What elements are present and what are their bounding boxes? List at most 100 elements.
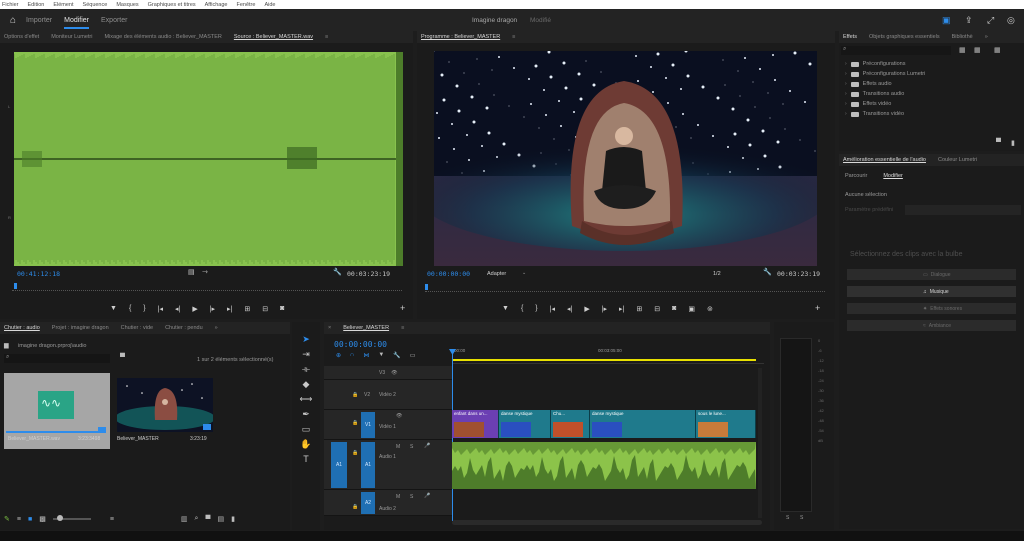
tab-sequence[interactable]: Believer_MASTER bbox=[343, 325, 389, 331]
video-clip[interactable]: sous le lune... bbox=[696, 410, 756, 438]
dialogue-button[interactable]: ▭ Dialogue bbox=[847, 269, 1016, 280]
tab-source[interactable]: Source : Believer_MASTER.wav bbox=[234, 34, 313, 40]
tab-modify[interactable]: Modifier bbox=[883, 173, 903, 179]
type-icon[interactable]: T bbox=[298, 454, 314, 464]
program-scrubber[interactable] bbox=[425, 284, 825, 292]
track-scroll[interactable] bbox=[758, 368, 762, 518]
automate-icon[interactable]: ▥ bbox=[181, 515, 188, 523]
insert-clip-icon[interactable]: ⊞ bbox=[244, 305, 250, 313]
extract-icon[interactable]: ⊟ bbox=[654, 305, 660, 313]
insert-icon[interactable]: ⇾ bbox=[202, 268, 208, 276]
bin-icon[interactable]: ▀ bbox=[205, 516, 210, 523]
effects-folder[interactable]: › Préconfigurations bbox=[839, 59, 1024, 69]
v1-lock-icon[interactable]: 🔒 bbox=[352, 420, 358, 426]
close-sequence-icon[interactable]: × bbox=[328, 325, 331, 331]
source-waveform[interactable] bbox=[14, 52, 396, 266]
menu-view[interactable]: Affichage bbox=[205, 2, 228, 8]
a1-lock-icon[interactable]: 🔒 bbox=[352, 450, 358, 456]
prog-mark-in-icon[interactable]: { bbox=[521, 305, 523, 313]
tab-libraries[interactable]: Bibliothè bbox=[952, 34, 973, 40]
lift-icon[interactable]: ⊞ bbox=[636, 305, 642, 313]
eye-icon[interactable]: 👁 bbox=[391, 370, 397, 376]
tab-browse[interactable]: Parcourir bbox=[845, 173, 867, 179]
solo-left-button[interactable]: S bbox=[786, 515, 789, 521]
menu-graphics[interactable]: Graphiques et titres bbox=[148, 2, 196, 8]
share-icon[interactable]: ⇪ bbox=[965, 15, 973, 26]
mark-out-icon[interactable]: } bbox=[143, 305, 145, 313]
mark-in-icon[interactable]: { bbox=[129, 305, 131, 313]
marker-icon[interactable]: ▼ bbox=[110, 305, 117, 313]
menu-markers[interactable]: Masques bbox=[116, 2, 138, 8]
trash-icon[interactable]: ▮ bbox=[231, 515, 235, 523]
go-to-out-icon[interactable]: ▸| bbox=[227, 305, 232, 313]
freeform-view-icon[interactable]: ▩ bbox=[39, 515, 46, 523]
a1-target[interactable]: A1 bbox=[361, 442, 375, 488]
go-to-in-icon[interactable]: |◂ bbox=[158, 305, 163, 313]
menu-window[interactable]: Fenêtre bbox=[236, 2, 255, 8]
sfx-button[interactable]: ✷ Effets sonores bbox=[847, 303, 1016, 314]
audio-only-icon[interactable]: ▤ bbox=[188, 268, 195, 276]
effects-folder[interactable]: › Transitions audio bbox=[839, 89, 1024, 99]
tab-bin-audio[interactable]: Chutier : audio bbox=[4, 325, 40, 331]
source-timecode-in[interactable]: 00:41:12:18 bbox=[17, 270, 60, 278]
sort-icon[interactable]: ≡ bbox=[110, 516, 114, 523]
project-expand-icon[interactable]: » bbox=[215, 325, 218, 331]
effects-folder[interactable]: › Préconfigurations Lumetri bbox=[839, 69, 1024, 79]
camera-icon[interactable]: ◙ bbox=[280, 305, 284, 313]
sequence-menu-icon[interactable]: ≡ bbox=[401, 325, 404, 331]
timeline-ruler[interactable]: 00:00 00:03:05:00 bbox=[452, 346, 764, 364]
prog-go-out-icon[interactable]: ▸| bbox=[619, 305, 624, 313]
v1-target[interactable]: V1 bbox=[361, 412, 375, 438]
tab-essential-audio[interactable]: Amélioration essentielle de l'audio bbox=[843, 157, 926, 163]
program-timecode-in[interactable]: 00:00:00:00 bbox=[427, 270, 470, 278]
timeline-scrollbar[interactable] bbox=[452, 520, 762, 525]
menu-sequence[interactable]: Séquence bbox=[83, 2, 108, 8]
v1-eye-icon[interactable]: 👁 bbox=[396, 413, 402, 419]
tab-program[interactable]: Programme : Believer_MASTER bbox=[421, 34, 500, 40]
panel-menu-icon[interactable]: ≡ bbox=[325, 34, 328, 40]
accelerated-icon[interactable]: ▦ bbox=[959, 46, 966, 54]
track-select-icon[interactable]: ⇥ bbox=[298, 349, 314, 360]
rectangle-icon[interactable]: ▭ bbox=[298, 424, 314, 435]
tab-lumetri-color[interactable]: Couleur Lumetri bbox=[938, 157, 977, 163]
video-clip[interactable]: enfant dans un... bbox=[452, 410, 499, 438]
tab-bin-empty[interactable]: Chutier : vide bbox=[121, 325, 153, 331]
solo-right-button[interactable]: S bbox=[800, 515, 803, 521]
settings-wrench-icon[interactable]: 🔧 bbox=[393, 352, 400, 359]
tab-audio-mixer[interactable]: Mixage des éléments audio : Believer_MAS… bbox=[104, 34, 221, 40]
slip-icon[interactable]: ⟷ bbox=[298, 394, 314, 405]
add-marker-icon[interactable]: ▼ bbox=[378, 352, 384, 359]
timeline-timecode[interactable]: 00:00:00:00 bbox=[334, 340, 387, 349]
workspace-export[interactable]: Exporter bbox=[101, 17, 127, 24]
source-scrubber[interactable] bbox=[12, 283, 402, 291]
notifications-icon[interactable]: ◎ bbox=[1007, 15, 1015, 26]
fit-chevron-icon[interactable]: ⌄ bbox=[522, 270, 526, 276]
a1-solo[interactable]: S bbox=[410, 444, 413, 450]
project-search-input[interactable]: ⌕ bbox=[4, 354, 110, 363]
menu-clip[interactable]: Elément bbox=[53, 2, 73, 8]
home-icon[interactable]: ⌂ bbox=[10, 15, 16, 26]
workspace-edit[interactable]: Modifier bbox=[64, 17, 89, 29]
a2-mute[interactable]: M bbox=[396, 494, 400, 500]
a1-mute[interactable]: M bbox=[396, 444, 400, 450]
step-back-icon[interactable]: ◂| bbox=[175, 305, 180, 313]
video-clip[interactable]: danse mystique bbox=[499, 410, 551, 438]
zoom-slider[interactable] bbox=[52, 515, 91, 521]
program-add-icon[interactable]: + bbox=[815, 303, 820, 313]
quick-export-icon[interactable]: ▣ bbox=[942, 15, 951, 26]
zoom-dropdown[interactable]: 1/2 bbox=[713, 271, 721, 277]
hand-icon[interactable]: ✋ bbox=[298, 439, 314, 450]
program-video-frame[interactable] bbox=[434, 51, 817, 266]
effects-expand-icon[interactable]: » bbox=[985, 34, 988, 40]
prog-play-icon[interactable]: ▶ bbox=[584, 305, 589, 313]
yuv-icon[interactable]: ▦ bbox=[994, 46, 1001, 54]
menu-file[interactable]: Fichier bbox=[2, 2, 19, 8]
wrench-icon[interactable]: 🔧 bbox=[333, 268, 342, 276]
source-add-icon[interactable]: + bbox=[400, 303, 405, 313]
menu-help[interactable]: Aide bbox=[264, 2, 275, 8]
captions-icon[interactable]: ▭ bbox=[410, 352, 416, 359]
razor-icon[interactable]: ◆ bbox=[298, 379, 314, 390]
find-icon[interactable]: ⌕ bbox=[195, 515, 199, 523]
menu-edit[interactable]: Edition bbox=[28, 2, 45, 8]
effects-search-input[interactable]: ⌕ bbox=[841, 46, 951, 55]
